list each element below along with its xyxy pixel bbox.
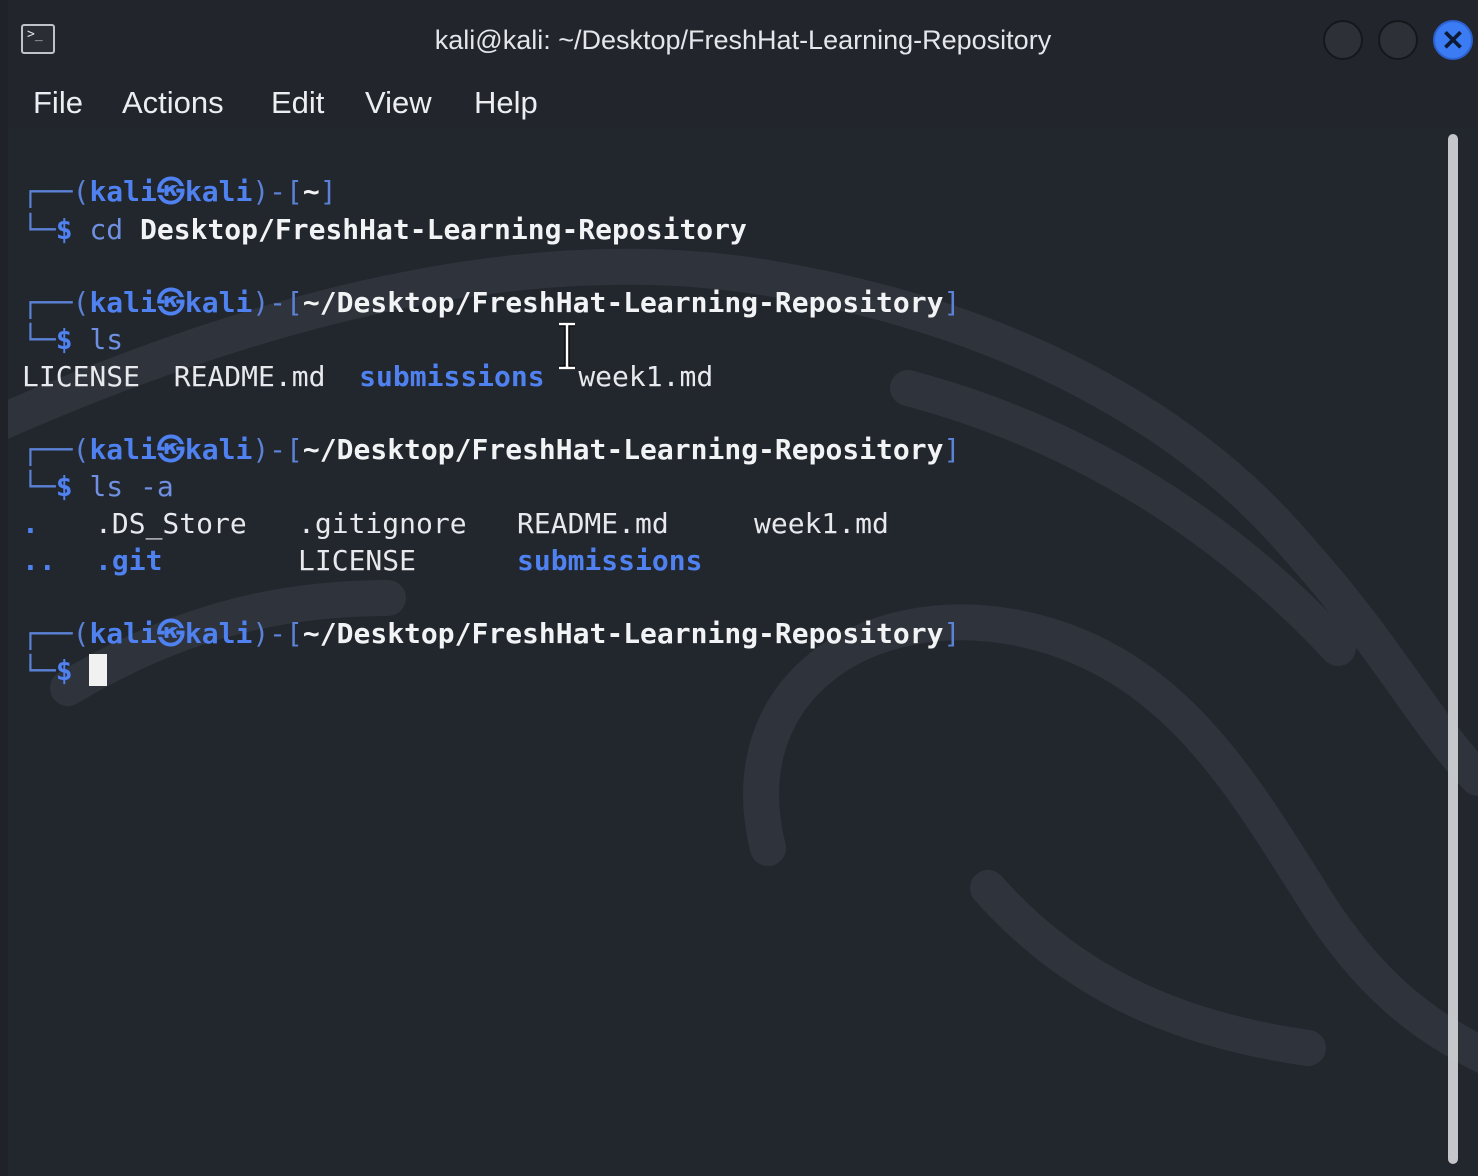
terminal-area[interactable]: ┌──(kali㉿kali)-[~] └─$ cd Desktop/FreshH… [8, 128, 1478, 1176]
output-line: .. .git LICENSE submissions [22, 543, 702, 579]
directory-entry: submissions [359, 360, 545, 393]
file-entry: week1.md [754, 507, 889, 540]
prompt-line: ┌──(kali㉿kali)-[~/Desktop/FreshHat-Learn… [22, 433, 961, 466]
text-cursor [89, 654, 108, 686]
menu-edit[interactable]: Edit [271, 84, 324, 122]
scrollbar[interactable] [1448, 134, 1458, 1164]
directory-entry: .. [22, 544, 56, 577]
menu-help[interactable]: Help [474, 84, 538, 122]
active-command-line[interactable]: └─$ [22, 653, 108, 689]
cwd-text: ~/Desktop/FreshHat-Learning-Repository [302, 617, 944, 650]
prompt-line: ┌──(kali㉿kali)-[~/Desktop/FreshHat-Learn… [22, 617, 961, 650]
close-icon: ✕ [1441, 25, 1465, 56]
command-line: └─$ ls -a [22, 470, 174, 503]
minimize-button[interactable] [1323, 20, 1363, 60]
ibeam-cursor-icon [559, 322, 575, 370]
command-line: └─$ cd Desktop/FreshHat-Learning-Reposit… [22, 213, 747, 246]
menu-view[interactable]: View [365, 84, 432, 122]
directory-entry: .git [95, 544, 163, 577]
prompt-line: ┌──(kali㉿kali)-[~/Desktop/FreshHat-Learn… [22, 286, 961, 319]
directory-entry: submissions [517, 544, 703, 577]
command-line: └─$ ls [22, 323, 124, 356]
directory-entry: . [22, 507, 39, 540]
cwd-text: ~ [302, 175, 320, 208]
file-entry: README.md [517, 507, 669, 540]
title-bar[interactable]: >_ kali@kali: ~/Desktop/FreshHat-Learnin… [8, 0, 1478, 78]
cwd-text: ~/Desktop/FreshHat-Learning-Repository [302, 433, 944, 466]
command-args: Desktop/FreshHat-Learning-Repository [140, 213, 747, 246]
file-entry: week1.md [578, 360, 714, 393]
maximize-button[interactable] [1378, 20, 1418, 60]
menu-actions[interactable]: Actions [122, 84, 224, 122]
terminal-window: >_ kali@kali: ~/Desktop/FreshHat-Learnin… [8, 0, 1478, 1176]
file-entry: LICENSE [22, 360, 141, 393]
command-text: ls [89, 323, 124, 356]
window-title: kali@kali: ~/Desktop/FreshHat-Learning-R… [434, 25, 1052, 55]
file-entry: .DS_Store [95, 507, 247, 540]
file-entry: LICENSE [298, 544, 417, 577]
output-line: . .DS_Store .gitignore README.md week1.md [22, 506, 889, 542]
file-entry: README.md [173, 360, 326, 393]
prompt-line: ┌──(kali㉿kali)-[~] [22, 175, 337, 208]
menu-bar: File Actions Edit View Help [8, 78, 1478, 128]
cwd-text: ~/Desktop/FreshHat-Learning-Repository [302, 286, 944, 319]
close-button[interactable]: ✕ [1433, 20, 1473, 60]
command-text: ls -a [89, 470, 174, 503]
output-line: LICENSE README.md submissions week1.md [22, 359, 713, 395]
menu-file[interactable]: File [33, 84, 83, 122]
file-entry: .gitignore [298, 507, 467, 540]
command-text: cd [89, 213, 124, 246]
